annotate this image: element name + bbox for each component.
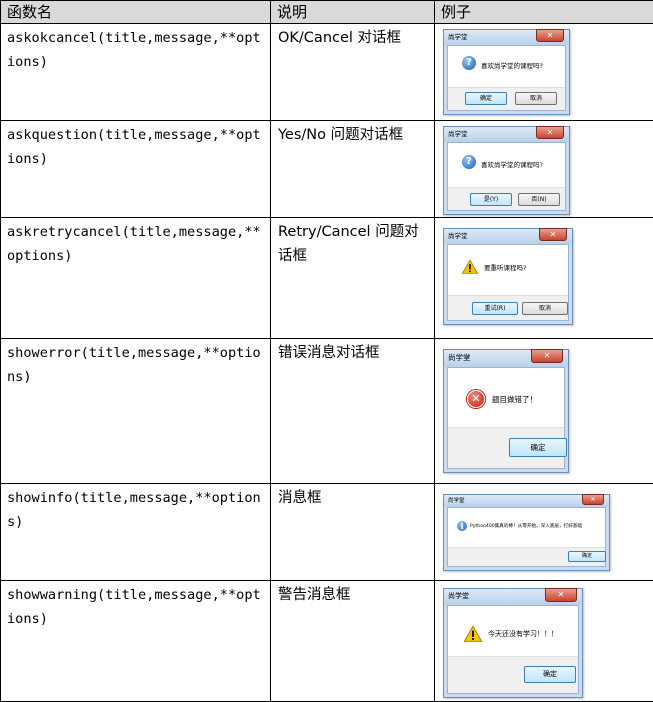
example-cell: 尚学堂 ✕ ? 喜欢尚学堂的课程吗? 是(Y) 否(N) xyxy=(434,120,653,218)
header-description: 说明 xyxy=(270,0,435,24)
dialog-message: 喜欢尚学堂的课程吗? xyxy=(481,62,543,70)
function-name: showinfo(title,message,**options) xyxy=(0,483,271,581)
warning-icon xyxy=(463,625,483,643)
warning-icon xyxy=(461,259,479,275)
dialog-titlebar: 尚学堂 ✕ xyxy=(444,126,569,142)
retry-button[interactable]: 重试(R) xyxy=(472,302,518,315)
dialog-title: 尚学堂 xyxy=(448,33,468,41)
dialog-title: 尚学堂 xyxy=(448,130,468,138)
dialog-body: i Python400集真的棒！从零开始，深入底层，打好基础 确定 xyxy=(447,507,606,567)
ok-button[interactable]: 确定 xyxy=(465,92,507,105)
table-row: askquestion(title,message,**options) Yes… xyxy=(0,120,653,218)
ok-button[interactable]: 确定 xyxy=(568,551,606,562)
close-icon[interactable]: ✕ xyxy=(545,588,577,602)
dialog-titlebar: 尚学堂 ✕ xyxy=(444,494,609,507)
close-icon[interactable]: ✕ xyxy=(582,494,604,505)
table-row: showerror(title,message,**options) 错误消息对… xyxy=(0,338,653,484)
function-name: showwarning(title,message,**options) xyxy=(0,580,271,702)
no-button[interactable]: 否(N) xyxy=(518,193,560,206)
dialog-body: ? 喜欢尚学堂的课程吗? 确定 取消 xyxy=(447,45,566,111)
example-dialog: 尚学堂 ✕ 要重听课程吗? 重试(R) 取消 xyxy=(443,228,573,325)
header-function-name: 函数名 xyxy=(0,0,271,24)
function-name: askokcancel(title,message,**options) xyxy=(0,23,271,121)
header-example: 例子 xyxy=(434,0,653,24)
close-icon[interactable]: ✕ xyxy=(539,228,567,241)
dialog-body: 今天还没有学习！！！ 确定 xyxy=(447,605,579,694)
description: OK/Cancel 对话框 xyxy=(270,23,435,121)
dialog-body: 要重听课程吗? 重试(R) 取消 xyxy=(447,244,569,321)
cancel-button[interactable]: 取消 xyxy=(522,302,568,315)
example-cell: 尚学堂 ✕ ✕ 题目做错了！ 确定 xyxy=(434,338,653,484)
dialog-footer: 确定 xyxy=(448,547,606,566)
yes-button[interactable]: 是(Y) xyxy=(470,193,512,206)
dialog-footer: 确定 xyxy=(448,427,567,468)
dialog-titlebar: 尚学堂 ✕ xyxy=(444,588,582,605)
question-icon: ? xyxy=(462,155,476,169)
dialog-titlebar: 尚学堂 ✕ xyxy=(444,349,568,367)
question-icon: ? xyxy=(462,56,476,70)
dialog-title: 尚学堂 xyxy=(448,498,465,504)
ok-button[interactable]: 确定 xyxy=(524,666,576,683)
function-name: askquestion(title,message,**options) xyxy=(0,120,271,218)
description: Retry/Cancel 问题对话框 xyxy=(270,217,435,339)
dialog-title: 尚学堂 xyxy=(448,592,469,600)
function-table: 函数名 说明 例子 askokcancel(title,message,**op… xyxy=(0,0,653,702)
example-dialog: 尚学堂 ✕ i Python400集真的棒！从零开始，深入底层，打好基础 确定 xyxy=(443,494,610,571)
dialog-message: 题目做错了！ xyxy=(492,395,537,404)
info-icon: i xyxy=(457,521,467,531)
close-icon[interactable]: ✕ xyxy=(531,349,563,363)
description: Yes/No 问题对话框 xyxy=(270,120,435,218)
function-name: askretrycancel(title,message,**options) xyxy=(0,217,271,339)
description: 消息框 xyxy=(270,483,435,581)
dialog-footer: 重试(R) 取消 xyxy=(448,295,568,320)
dialog-body: ? 喜欢尚学堂的课程吗? 是(Y) 否(N) xyxy=(447,142,566,211)
dialog-footer: 确定 取消 xyxy=(448,87,565,110)
ok-button[interactable]: 确定 xyxy=(509,438,567,457)
function-name: showerror(title,message,**options) xyxy=(0,338,271,484)
example-dialog: 尚学堂 ✕ ? 喜欢尚学堂的课程吗? 确定 取消 xyxy=(443,29,570,115)
dialog-titlebar: 尚学堂 ✕ xyxy=(444,29,569,45)
dialog-message: 今天还没有学习！！！ xyxy=(488,630,558,638)
dialog-message: Python400集真的棒！从零开始，深入底层，打好基础 xyxy=(470,524,582,529)
dialog-footer: 是(Y) 否(N) xyxy=(448,187,565,210)
table-row: showwarning(title,message,**options) 警告消… xyxy=(0,580,653,702)
example-cell: 尚学堂 ✕ 今天还没有学习！！！ 确定 xyxy=(434,580,653,702)
dialog-message: 喜欢尚学堂的课程吗? xyxy=(481,161,543,169)
dialog-body: ✕ 题目做错了！ 确定 xyxy=(447,367,567,469)
table-row: askretrycancel(title,message,**options) … xyxy=(0,217,653,339)
example-cell: 尚学堂 ✕ i Python400集真的棒！从零开始，深入底层，打好基础 确定 xyxy=(434,483,653,581)
cancel-button[interactable]: 取消 xyxy=(515,92,557,105)
example-dialog: 尚学堂 ✕ ✕ 题目做错了！ 确定 xyxy=(443,349,569,473)
error-icon: ✕ xyxy=(467,390,485,408)
table-row: showinfo(title,message,**options) 消息框 尚学… xyxy=(0,483,653,581)
description: 错误消息对话框 xyxy=(270,338,435,484)
table-row: askokcancel(title,message,**options) OK/… xyxy=(0,23,653,121)
description: 警告消息框 xyxy=(270,580,435,702)
dialog-title: 尚学堂 xyxy=(448,232,468,240)
dialog-title: 尚学堂 xyxy=(448,353,471,362)
example-dialog: 尚学堂 ✕ ? 喜欢尚学堂的课程吗? 是(Y) 否(N) xyxy=(443,126,570,215)
example-cell: 尚学堂 ✕ ? 喜欢尚学堂的课程吗? 确定 取消 xyxy=(434,23,653,121)
dialog-message: 要重听课程吗? xyxy=(484,264,527,272)
example-dialog: 尚学堂 ✕ 今天还没有学习！！！ 确定 xyxy=(443,588,583,698)
dialog-footer: 确定 xyxy=(448,656,578,693)
example-cell: 尚学堂 ✕ 要重听课程吗? 重试(R) 取消 xyxy=(434,217,653,339)
dialog-titlebar: 尚学堂 ✕ xyxy=(444,228,572,244)
header-row: 函数名 说明 例子 xyxy=(0,0,653,24)
close-icon[interactable]: ✕ xyxy=(536,126,564,139)
close-icon[interactable]: ✕ xyxy=(536,29,564,42)
